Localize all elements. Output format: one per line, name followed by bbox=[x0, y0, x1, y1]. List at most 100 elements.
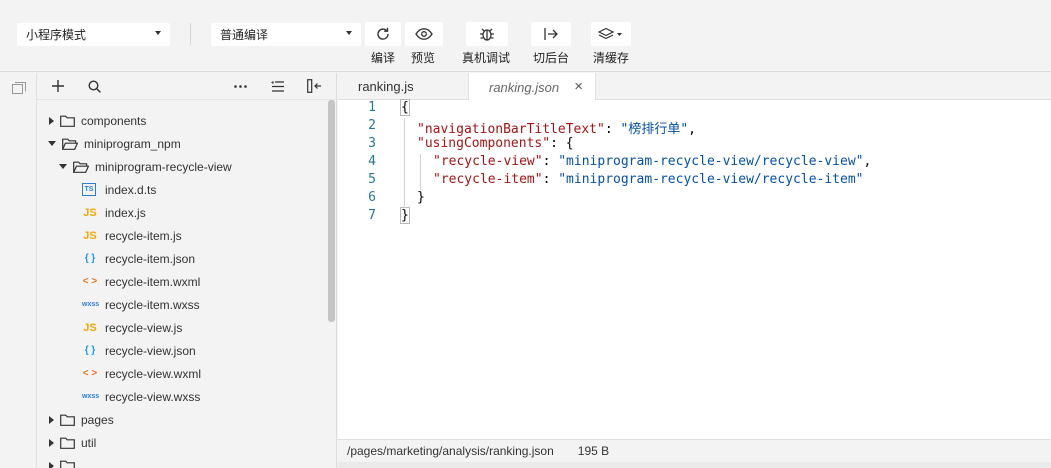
chevron-down-icon bbox=[346, 31, 352, 35]
refresh-icon bbox=[377, 27, 389, 40]
more-icon[interactable] bbox=[234, 85, 247, 88]
compile-button[interactable] bbox=[365, 22, 401, 46]
code-line: "recycle-view": "miniprogram-recycle-vie… bbox=[433, 154, 871, 169]
tree-file-recycle-item-json[interactable]: { } recycle-item.json bbox=[37, 247, 327, 270]
plus-icon[interactable] bbox=[52, 80, 64, 92]
tree-folder-util[interactable]: util bbox=[37, 431, 327, 454]
close-icon[interactable]: × bbox=[574, 78, 583, 95]
wxml-file-icon: < > bbox=[82, 276, 98, 287]
wxss-file-icon: wxss bbox=[82, 393, 100, 400]
tree-label: miniprogram_npm bbox=[84, 136, 181, 151]
code-line: "usingComponents": { bbox=[417, 136, 574, 151]
remote-debug-label: 真机调试 bbox=[462, 51, 511, 65]
panel-edge bbox=[338, 462, 1051, 468]
folder-open-icon bbox=[62, 138, 78, 150]
chevron-right-icon bbox=[49, 116, 54, 125]
line-number: 6 bbox=[368, 190, 376, 205]
mode-select-value: 小程序模式 bbox=[26, 28, 87, 42]
code-line: { bbox=[400, 99, 410, 116]
json-key: "usingComponents" bbox=[417, 136, 551, 151]
collapse-icon[interactable] bbox=[271, 81, 284, 92]
brace: { bbox=[400, 99, 410, 116]
tree-label: pages bbox=[81, 412, 114, 427]
json-separator: : { bbox=[550, 136, 574, 151]
chevron-right-icon bbox=[49, 415, 54, 424]
tab-ranking-json[interactable]: ranking.json × bbox=[468, 73, 596, 101]
tab-label: ranking.js bbox=[358, 79, 414, 94]
toolbar-divider bbox=[190, 23, 191, 45]
tree-folder-miniprogram-npm[interactable]: miniprogram_npm bbox=[37, 132, 327, 155]
tree-label: recycle-item.json bbox=[105, 251, 196, 266]
line-number: 1 bbox=[368, 100, 376, 115]
text-cursor bbox=[408, 208, 410, 223]
line-number: 5 bbox=[368, 172, 376, 187]
line-number: 2 bbox=[368, 118, 376, 133]
tree-file-index-d-ts[interactable]: TS index.d.ts bbox=[37, 178, 327, 201]
json-value: "miniprogram-recycle-view/recycle-item" bbox=[558, 172, 864, 187]
scrollbar-thumb[interactable] bbox=[328, 100, 335, 322]
js-file-icon: JS bbox=[83, 229, 97, 242]
tree-folder-partial[interactable] bbox=[37, 454, 327, 468]
json-value: "榜排行单" bbox=[620, 122, 689, 137]
preview-button[interactable] bbox=[405, 22, 443, 46]
tab-ranking-js[interactable]: ranking.js bbox=[338, 73, 468, 100]
folder-icon bbox=[60, 437, 75, 449]
tree-label: index.d.ts bbox=[105, 182, 157, 197]
clear-cache-button[interactable] bbox=[591, 22, 631, 46]
json-value: "miniprogram-recycle-view/recycle-view" bbox=[558, 154, 864, 169]
file-tree: components miniprogram_npm miniprogram-r… bbox=[37, 100, 327, 468]
json-key: "recycle-view" bbox=[433, 154, 543, 169]
line-number: 3 bbox=[368, 136, 376, 151]
brace: } bbox=[400, 207, 410, 224]
preview-label: 预览 bbox=[411, 51, 436, 65]
status-file-size: 195 B bbox=[577, 444, 610, 458]
tree-label: recycle-view.js bbox=[105, 320, 183, 335]
chevron-down-icon bbox=[155, 31, 161, 35]
search-icon[interactable] bbox=[88, 80, 101, 93]
tree-label: recycle-view.json bbox=[105, 343, 196, 358]
line-number: 7 bbox=[368, 208, 376, 223]
tree-file-recycle-view-json[interactable]: { } recycle-view.json bbox=[37, 339, 327, 362]
brace: } bbox=[417, 190, 425, 205]
explorer-header bbox=[37, 73, 336, 100]
folder-icon bbox=[60, 414, 75, 426]
json-file-icon: { } bbox=[84, 253, 96, 264]
switch-background-label: 切后台 bbox=[533, 51, 570, 65]
toolbar: 小程序模式 普通编译 编译 预览 真机调试 切后台 清缓存 bbox=[0, 0, 1051, 72]
tree-file-recycle-view-js[interactable]: JS recycle-view.js bbox=[37, 316, 327, 339]
tree-label: components bbox=[81, 113, 147, 128]
compile-select[interactable]: 普通编译 bbox=[211, 23, 361, 46]
code-area[interactable]: 1 { 2 "navigationBarTitleText": "榜排行单", … bbox=[338, 99, 1051, 438]
tree-folder-pages[interactable]: pages bbox=[37, 408, 327, 431]
json-tail: , bbox=[863, 154, 872, 169]
chevron-right-icon bbox=[49, 461, 54, 468]
json-tail: , bbox=[688, 122, 696, 137]
split-icon[interactable] bbox=[307, 79, 322, 93]
bug-icon bbox=[480, 28, 494, 41]
remote-debug-button[interactable] bbox=[466, 22, 508, 46]
indent-guide bbox=[420, 154, 421, 190]
tree-label: recycle-item.wxml bbox=[105, 274, 201, 289]
explorer-scrollbar[interactable] bbox=[327, 100, 336, 468]
status-bar: /pages/marketing/analysis/ranking.json 1… bbox=[338, 439, 1051, 462]
indent-guide bbox=[404, 118, 405, 208]
panel-toggle-icon[interactable] bbox=[12, 82, 26, 94]
switch-background-button[interactable] bbox=[531, 22, 571, 46]
tree-file-recycle-item-js[interactable]: JS recycle-item.js bbox=[37, 224, 327, 247]
tree-label: recycle-item.js bbox=[105, 228, 182, 243]
tree-file-recycle-item-wxss[interactable]: wxss recycle-item.wxss bbox=[37, 293, 327, 316]
editor-tabs: ranking.js ranking.json × bbox=[338, 73, 1051, 101]
folder-open-icon bbox=[73, 161, 89, 173]
tree-file-recycle-item-wxml[interactable]: < > recycle-item.wxml bbox=[37, 270, 327, 293]
tree-folder-components[interactable]: components bbox=[37, 109, 327, 132]
tree-folder-miniprogram-recycle-view[interactable]: miniprogram-recycle-view bbox=[37, 155, 327, 178]
wxss-file-icon: wxss bbox=[82, 301, 100, 308]
tree-file-recycle-view-wxss[interactable]: wxss recycle-view.wxss bbox=[37, 385, 327, 408]
mode-select[interactable]: 小程序模式 bbox=[17, 23, 170, 46]
tree-file-recycle-view-wxml[interactable]: < > recycle-view.wxml bbox=[37, 362, 327, 385]
tab-label: ranking.json bbox=[489, 79, 560, 95]
layers-icon bbox=[598, 27, 622, 40]
tree-file-index-js[interactable]: JS index.js bbox=[37, 201, 327, 224]
json-key: "navigationBarTitleText" bbox=[417, 122, 605, 137]
typescript-file-icon: TS bbox=[82, 183, 96, 196]
